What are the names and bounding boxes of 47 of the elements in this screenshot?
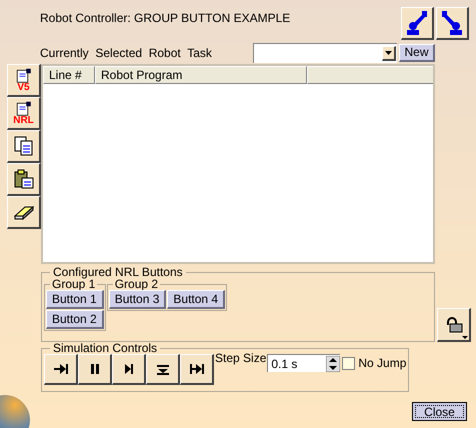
toolbar-button[interactable] bbox=[7, 196, 41, 229]
step-size-label: Step Size bbox=[215, 352, 266, 364]
step-down-icon bbox=[154, 363, 170, 375]
step-in-icon bbox=[52, 363, 68, 375]
step-size-field[interactable]: 0.1 s bbox=[267, 354, 340, 372]
group-title: Group 1 bbox=[51, 278, 96, 290]
toolbar-button[interactable] bbox=[7, 130, 41, 163]
document-icon bbox=[14, 68, 32, 82]
column-header[interactable]: Line # bbox=[43, 66, 95, 84]
jump-end-icon bbox=[188, 363, 204, 375]
group-title: Configured NRL Buttons bbox=[52, 266, 184, 278]
step-size-value: 0.1 s bbox=[271, 356, 298, 372]
lock-menu-button[interactable] bbox=[437, 308, 471, 342]
task-dropdown[interactable] bbox=[253, 42, 397, 62]
group-button[interactable]: Button 3 bbox=[108, 290, 166, 309]
caret-icon bbox=[462, 336, 468, 339]
clipboard-icon bbox=[12, 168, 34, 190]
dropdown-caret-icon bbox=[382, 46, 396, 60]
no-jump-label: No Jump bbox=[358, 355, 406, 372]
badge-label: NRL bbox=[13, 116, 34, 126]
padlock-icon bbox=[444, 316, 462, 332]
simulation-button[interactable] bbox=[78, 354, 112, 385]
group-button[interactable]: Button 4 bbox=[167, 290, 226, 309]
copy-icon bbox=[12, 135, 34, 157]
no-jump-checkbox[interactable] bbox=[342, 356, 356, 370]
robot-arm-icon bbox=[440, 10, 464, 36]
window-title: Robot Controller: GROUP BUTTON EXAMPLE bbox=[40, 11, 290, 25]
simulation-button[interactable] bbox=[146, 354, 180, 385]
simulation-button[interactable] bbox=[180, 354, 214, 385]
group-button[interactable]: Button 2 bbox=[46, 310, 104, 329]
simulation-button[interactable] bbox=[112, 354, 146, 385]
simulation-button[interactable] bbox=[44, 354, 78, 385]
robot-arm-icon bbox=[405, 10, 429, 36]
close-button[interactable]: Close bbox=[412, 402, 467, 421]
document-icon bbox=[14, 100, 32, 116]
robot-button[interactable] bbox=[401, 7, 434, 40]
new-button[interactable]: New bbox=[399, 44, 435, 62]
task-label: Currently Selected Robot Task bbox=[40, 44, 213, 62]
robot-button[interactable] bbox=[436, 7, 469, 40]
group-title: Group 2 bbox=[114, 278, 160, 290]
toolbar-button[interactable] bbox=[7, 163, 41, 196]
spinner-icon bbox=[326, 356, 340, 372]
group-button[interactable]: Button 1 bbox=[46, 290, 104, 309]
group-title: Simulation Controls bbox=[52, 342, 158, 354]
badge-label: V5 bbox=[17, 82, 30, 92]
eraser-icon bbox=[12, 204, 34, 220]
column-header[interactable]: Robot Program bbox=[95, 66, 307, 84]
